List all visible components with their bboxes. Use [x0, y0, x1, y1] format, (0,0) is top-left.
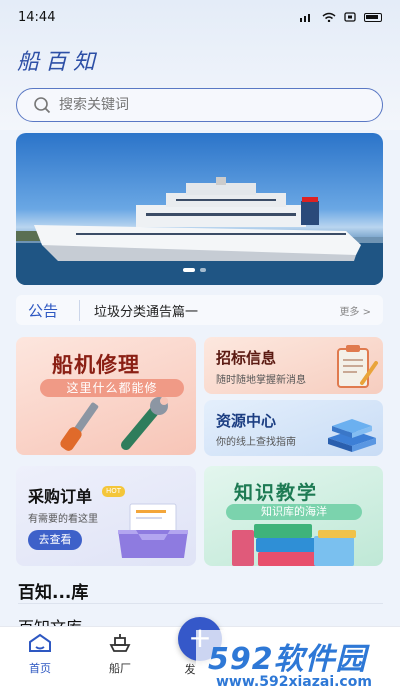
signal-icon	[300, 14, 310, 22]
orders-card[interactable]: 采购订单 HOT 有需要的看这里 去查看	[16, 466, 196, 566]
section-title: 百知...库	[18, 583, 89, 603]
repair-card-subtitle: 这里什么都能修	[40, 379, 184, 397]
cruise-ship-photo	[16, 177, 383, 285]
knowledge-card[interactable]: 知识教学 知识库的海洋	[204, 466, 383, 566]
status-bar: 14:44	[0, 0, 400, 34]
repair-card[interactable]: 船机修理 这里什么都能修	[16, 337, 196, 455]
bidding-card[interactable]: 招标信息 随时随地掌握新消息	[204, 337, 383, 394]
tab-home-label: 首页	[29, 662, 51, 675]
notice-tag: 公告	[28, 299, 80, 321]
library-list-item[interactable]: 百知文库	[18, 614, 82, 626]
notice-text[interactable]: 垃圾分类通告篇一	[94, 301, 339, 320]
wifi-icon	[322, 12, 336, 22]
watermark-logo: 592软件园	[208, 642, 367, 677]
status-time: 14:44	[18, 9, 56, 25]
banner-carousel[interactable]	[16, 133, 383, 285]
bidding-card-subtitle: 随时随地掌握新消息	[216, 375, 306, 386]
status-icons	[300, 12, 382, 22]
carousel-dot[interactable]	[200, 268, 206, 272]
knowledge-card-title: 知识教学	[234, 482, 319, 504]
search-bar[interactable]	[16, 88, 383, 122]
stacked-boxes-icon	[328, 419, 376, 452]
watermark-url: www.592xiazai.com	[216, 674, 372, 690]
resources-card-subtitle: 你的线上查找指南	[216, 437, 296, 448]
orders-card-title: 采购订单	[28, 487, 93, 506]
carousel-dots[interactable]	[183, 268, 206, 272]
repair-card-title: 船机修理	[52, 353, 140, 377]
clipboard-icon	[337, 345, 378, 388]
view-orders-button[interactable]: 去查看	[28, 530, 82, 550]
orders-card-subtitle: 有需要的看这里	[28, 514, 98, 525]
app-title: 船百知	[17, 50, 102, 75]
ship-icon	[109, 634, 131, 652]
section-divider	[18, 603, 383, 604]
resources-card[interactable]: 资源中心 你的线上查找指南	[204, 400, 383, 456]
search-input[interactable]	[59, 97, 339, 113]
tab-shipyard[interactable]: 船厂	[90, 633, 150, 676]
books-icon	[232, 524, 356, 566]
tab-shipyard-label: 船厂	[109, 662, 131, 675]
resources-card-title: 资源中心	[216, 412, 277, 430]
tab-home[interactable]: 首页	[10, 633, 70, 676]
bidding-card-title: 招标信息	[216, 349, 277, 367]
carousel-dot-active[interactable]	[183, 268, 195, 272]
notice-bar[interactable]: 公告 垃圾分类通告篇一 更多 >	[16, 295, 383, 325]
inbox-tray-icon	[118, 503, 188, 558]
hot-badge: HOT	[102, 486, 126, 497]
search-icon	[34, 97, 51, 114]
sim-icon	[344, 12, 356, 22]
notice-more-link[interactable]: 更多 >	[339, 303, 371, 318]
battery-icon	[364, 12, 382, 22]
tools-icon	[60, 397, 168, 451]
home-icon	[29, 633, 51, 652]
